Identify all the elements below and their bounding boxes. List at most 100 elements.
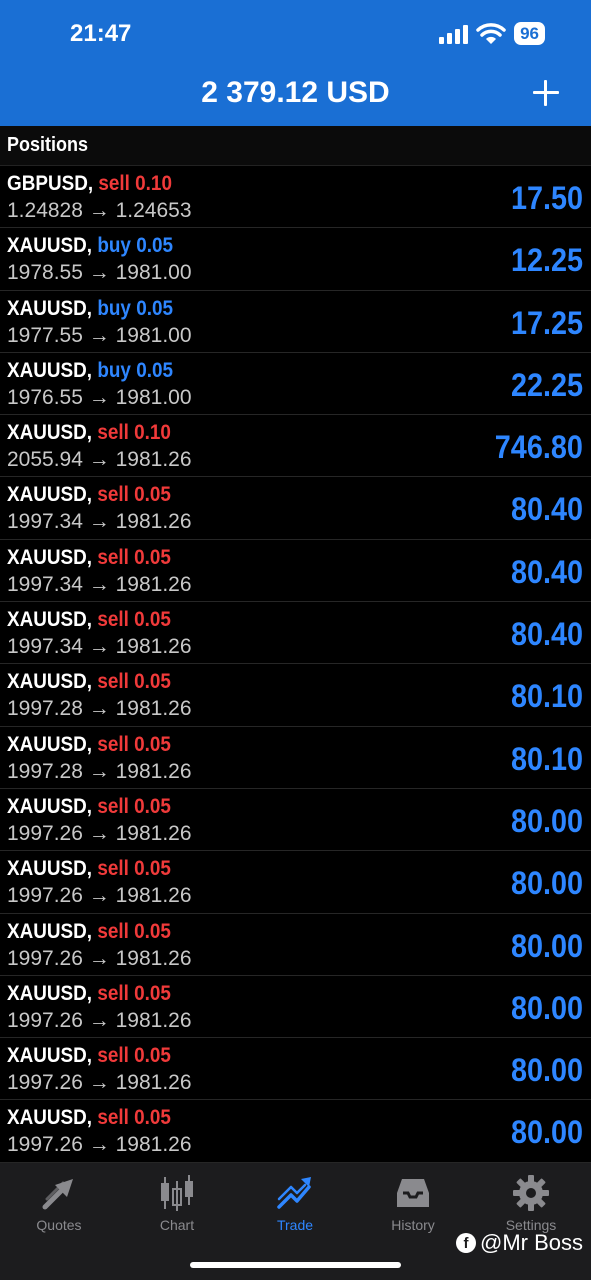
tab-history[interactable]: History [354, 1173, 472, 1233]
position-profit: 746.80 [494, 429, 583, 466]
home-indicator[interactable] [190, 1262, 401, 1268]
current-price: 1981.26 [115, 510, 192, 534]
position-title: XAUUSD, sell 0.05 [7, 920, 171, 944]
current-price: 1981.26 [115, 884, 192, 908]
position-volume: 0.05 [134, 483, 171, 507]
position-title: XAUUSD, sell 0.05 [7, 608, 171, 632]
arrow-icon: → [88, 821, 110, 845]
position-title: XAUUSD, sell 0.05 [7, 733, 171, 757]
position-title: XAUUSD, sell 0.05 [7, 857, 171, 881]
position-volume: 0.05 [134, 608, 171, 632]
position-row[interactable]: XAUUSD, sell 0.05 1997.26 → 1981.26 80.00 [0, 1100, 591, 1163]
position-title: XAUUSD, sell 0.05 [7, 546, 171, 570]
position-side: sell [98, 172, 130, 195]
position-prices: 1997.26 → 1981.26 [7, 947, 192, 971]
position-title: XAUUSD, sell 0.05 [7, 670, 171, 694]
position-profit: 80.10 [510, 740, 583, 777]
position-profit: 22.25 [510, 366, 583, 403]
position-row[interactable]: XAUUSD, buy 0.05 1978.55 → 1981.00 12.25 [0, 228, 591, 291]
position-profit: 80.00 [510, 1114, 583, 1151]
position-row[interactable]: XAUUSD, sell 0.05 1997.34 → 1981.26 80.40 [0, 602, 591, 665]
position-row[interactable]: XAUUSD, sell 0.05 1997.26 → 1981.26 80.00 [0, 1038, 591, 1101]
position-row[interactable]: XAUUSD, buy 0.05 1977.55 → 1981.00 17.25 [0, 291, 591, 353]
position-prices: 1997.26 → 1981.26 [7, 1009, 192, 1033]
quotes-arrows-icon [42, 1179, 73, 1210]
current-price: 1981.00 [115, 261, 192, 285]
arrow-icon: → [88, 510, 110, 534]
tab-trade[interactable]: Trade [236, 1173, 354, 1233]
position-profit: 80.40 [510, 491, 583, 528]
cellular-signal-icon [439, 24, 469, 44]
position-prices: 1997.28 → 1981.26 [7, 697, 192, 721]
position-row[interactable]: XAUUSD, sell 0.05 1997.34 → 1981.26 80.40 [0, 477, 591, 540]
position-symbol: XAUUSD, [7, 670, 93, 694]
position-side: sell [97, 483, 129, 507]
position-prices: 2055.94 → 1981.26 [7, 448, 192, 472]
position-symbol: XAUUSD, [7, 919, 93, 943]
open-price: 1997.26 [7, 946, 83, 970]
position-profit: 80.40 [510, 616, 583, 653]
position-row[interactable]: XAUUSD, sell 0.05 1997.28 → 1981.26 80.10 [0, 727, 591, 789]
arrow-icon: → [88, 261, 110, 285]
current-price: 1981.26 [115, 821, 192, 845]
position-volume: 0.05 [134, 919, 171, 943]
tab-chart[interactable]: Chart [118, 1173, 236, 1233]
position-symbol: XAUUSD, [7, 358, 93, 382]
position-symbol: XAUUSD, [7, 857, 93, 881]
account-balance: 2 379.12 USD [201, 76, 390, 109]
position-profit: 80.40 [510, 553, 583, 590]
current-price: 1981.00 [115, 385, 192, 409]
position-row[interactable]: XAUUSD, buy 0.05 1976.55 → 1981.00 22.25 [0, 353, 591, 416]
position-title: XAUUSD, sell 0.05 [7, 982, 171, 1006]
position-symbol: XAUUSD, [7, 483, 93, 507]
position-row[interactable]: XAUUSD, sell 0.05 1997.34 → 1981.26 80.40 [0, 540, 591, 603]
position-row[interactable]: XAUUSD, sell 0.05 1997.26 → 1981.26 80.00 [0, 789, 591, 852]
position-symbol: GBPUSD, [7, 172, 94, 195]
position-volume: 0.05 [134, 1044, 171, 1068]
position-symbol: XAUUSD, [7, 794, 93, 818]
arrow-icon: → [88, 697, 110, 721]
open-price: 1997.26 [7, 1071, 83, 1095]
tab-label: History [391, 1217, 435, 1233]
position-prices: 1997.26 → 1981.26 [7, 1133, 192, 1157]
trade-trend-icon [277, 1177, 311, 1209]
position-profit: 80.00 [510, 802, 583, 839]
position-prices: 1997.28 → 1981.26 [7, 760, 192, 784]
position-side: buy [97, 358, 131, 382]
arrow-icon: → [88, 199, 110, 222]
arrow-icon: → [88, 572, 110, 596]
position-side: buy [97, 234, 131, 258]
position-title: XAUUSD, sell 0.10 [7, 421, 171, 445]
position-side: sell [97, 1044, 129, 1068]
position-volume: 0.05 [134, 732, 171, 756]
position-volume: 0.10 [135, 172, 172, 195]
open-price: 1977.55 [7, 323, 83, 347]
position-volume: 0.05 [136, 234, 173, 258]
position-side: buy [97, 296, 131, 320]
watermark: f @Mr Boss [455, 1230, 583, 1256]
arrow-icon: → [88, 946, 110, 970]
position-row[interactable]: XAUUSD, sell 0.05 1997.28 → 1981.26 80.10 [0, 664, 591, 727]
position-row[interactable]: XAUUSD, sell 0.05 1997.26 → 1981.26 80.00 [0, 851, 591, 914]
tab-quotes[interactable]: Quotes [0, 1173, 118, 1233]
current-price: 1981.26 [115, 1071, 192, 1095]
gear-icon [513, 1175, 549, 1211]
current-price: 1981.26 [115, 635, 192, 659]
position-prices: 1997.26 → 1981.26 [7, 884, 192, 908]
open-price: 2055.94 [7, 448, 83, 472]
add-order-button[interactable] [531, 78, 561, 108]
position-row[interactable]: XAUUSD, sell 0.10 2055.94 → 1981.26 746.80 [0, 415, 591, 478]
position-volume: 0.05 [134, 1106, 171, 1130]
position-row[interactable]: XAUUSD, sell 0.05 1997.26 → 1981.26 80.00 [0, 914, 591, 976]
position-profit: 80.00 [510, 989, 583, 1026]
current-price: 1981.26 [115, 572, 192, 596]
position-volume: 0.10 [134, 421, 171, 445]
position-side: sell [97, 919, 129, 943]
arrow-icon: → [88, 1008, 110, 1032]
position-title: XAUUSD, sell 0.05 [7, 795, 171, 819]
position-row[interactable]: GBPUSD, sell 0.10 1.24828 → 1.24653 17.50 [0, 166, 591, 229]
tab-settings[interactable]: Settings [472, 1173, 590, 1233]
position-symbol: XAUUSD, [7, 1106, 93, 1130]
position-side: sell [97, 981, 129, 1005]
position-row[interactable]: XAUUSD, sell 0.05 1997.26 → 1981.26 80.00 [0, 976, 591, 1039]
